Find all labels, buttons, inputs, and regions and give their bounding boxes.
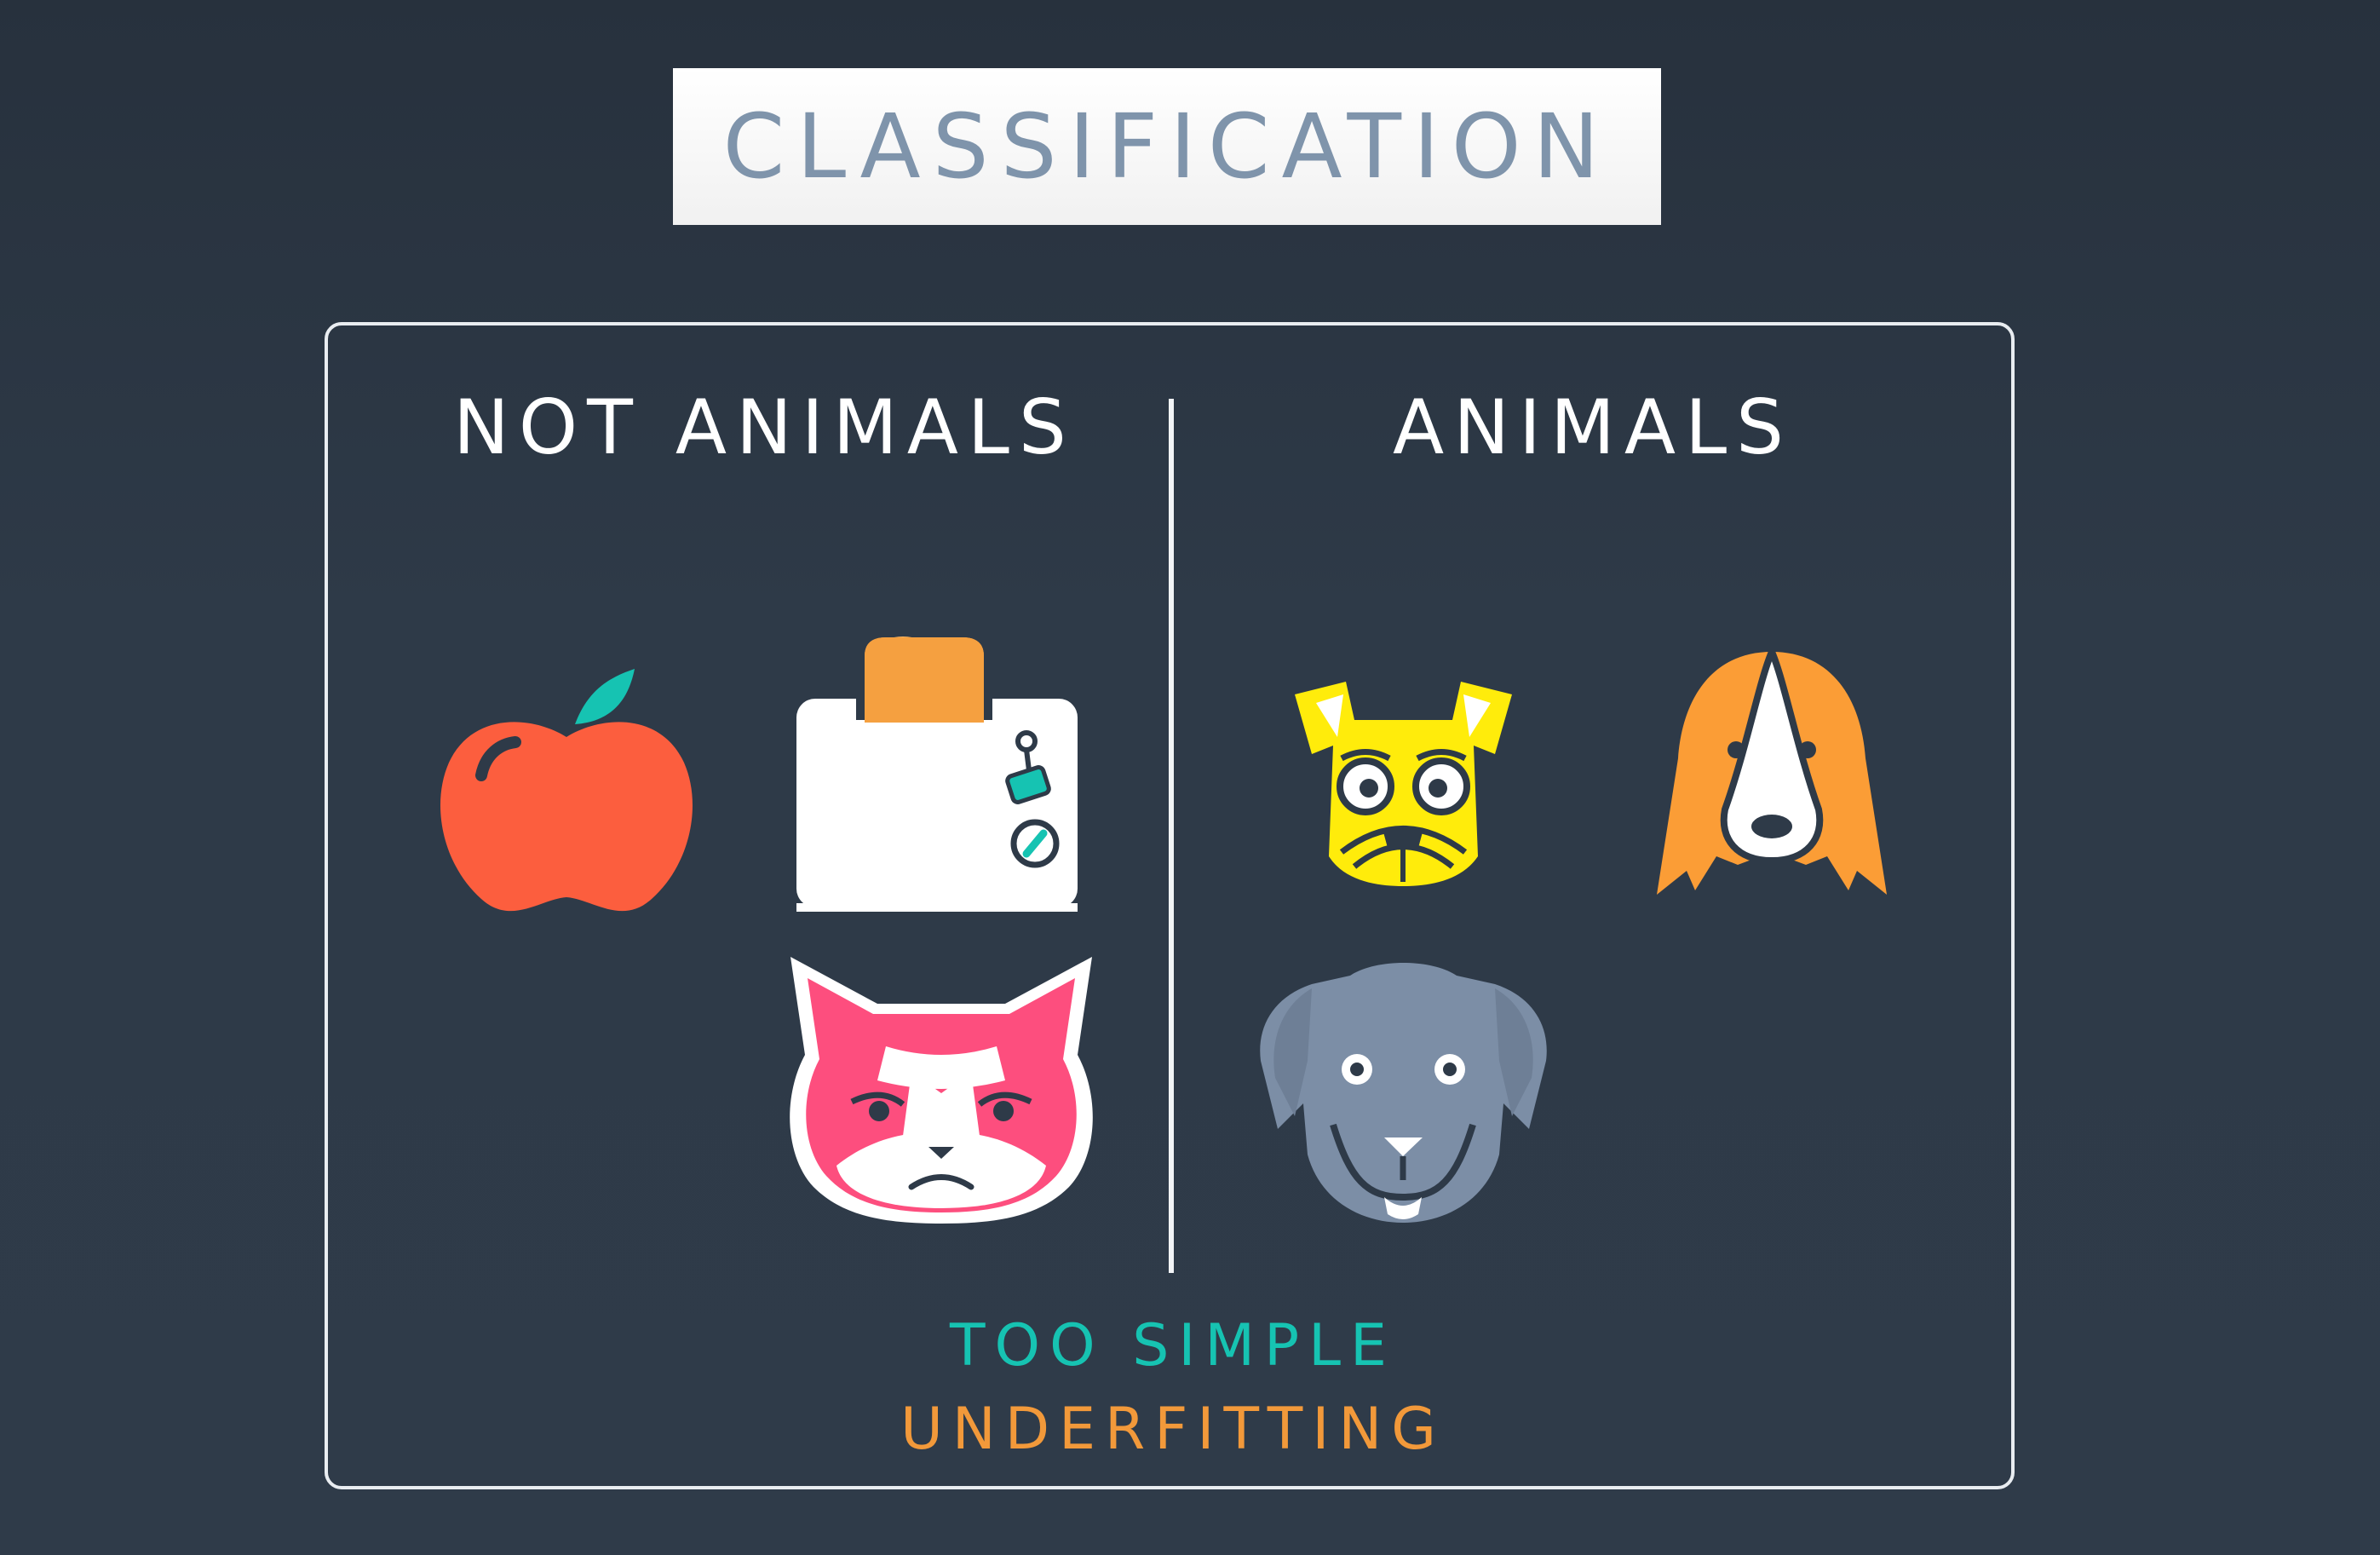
not-animals-label: NOT ANIMALS <box>453 383 1076 471</box>
spaniel-dog-icon <box>1657 648 1887 895</box>
page-title: CLASSIFICATION <box>722 95 1612 199</box>
caption-underfitting: UNDERFITTING <box>900 1396 1446 1463</box>
animals-label: ANIMALS <box>1393 383 1793 471</box>
terrier-dog-icon <box>1295 682 1512 886</box>
category-divider <box>1169 399 1174 1273</box>
caption-too-simple: TOO SIMPLE <box>950 1312 1396 1379</box>
labrador-dog-icon <box>1260 963 1547 1223</box>
grumpy-cat-icon <box>790 957 1093 1224</box>
apple-icon <box>440 669 693 912</box>
title-box: CLASSIFICATION <box>673 68 1661 225</box>
toaster-icon <box>796 636 1078 912</box>
